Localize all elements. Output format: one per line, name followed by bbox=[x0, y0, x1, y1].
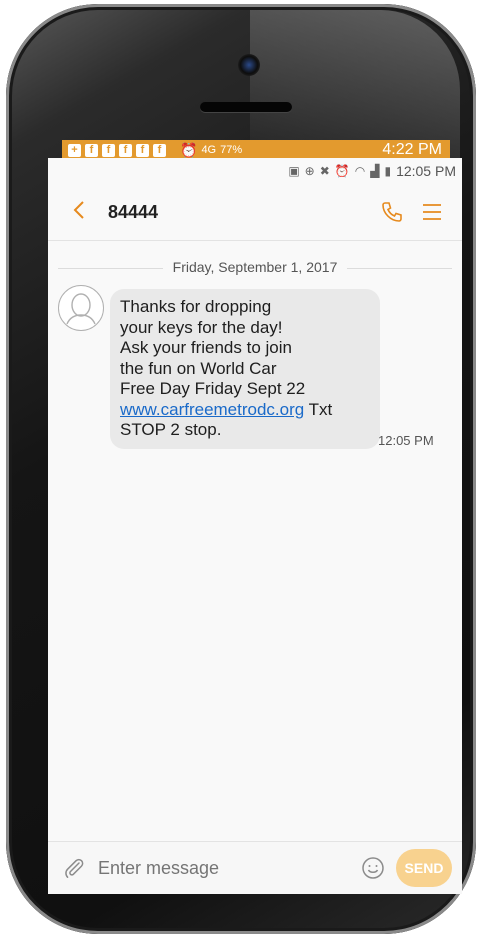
send-button[interactable]: SEND bbox=[396, 849, 452, 887]
earpiece-speaker bbox=[200, 102, 292, 112]
background-clock: 4:22 PM bbox=[382, 141, 442, 158]
phone-icon bbox=[382, 202, 402, 222]
conversation-header: 84444 bbox=[48, 184, 462, 241]
facebook-icon: f bbox=[136, 143, 149, 157]
date-separator: Friday, September 1, 2017 bbox=[48, 257, 462, 279]
message-link[interactable]: www.carfreemetrodc.org bbox=[120, 400, 304, 419]
compose-bar: SEND bbox=[48, 841, 462, 894]
call-button[interactable] bbox=[372, 200, 412, 224]
front-camera bbox=[238, 54, 260, 76]
facebook-icon: f bbox=[85, 143, 98, 157]
mute-icon: ✖ bbox=[319, 164, 330, 178]
back-button[interactable] bbox=[72, 184, 102, 240]
message-line: your keys for the day! bbox=[120, 317, 283, 337]
smiley-icon bbox=[362, 857, 384, 879]
contact-title: 84444 bbox=[108, 201, 159, 222]
message-row: Thanks for dropping your keys for the da… bbox=[48, 285, 462, 475]
data-saver-icon: ⊕ bbox=[304, 164, 315, 178]
message-timestamp: 12:05 PM bbox=[378, 433, 434, 448]
network-type: 4G bbox=[201, 144, 217, 156]
avatar[interactable] bbox=[58, 285, 104, 331]
paperclip-icon bbox=[65, 858, 84, 878]
person-icon bbox=[66, 293, 96, 325]
facebook-icon: f bbox=[153, 143, 166, 157]
status-bar: ▣ ⊕ ✖ ⏰ ◠ ▟ ▮ 12:05 PM bbox=[48, 158, 462, 184]
message-input[interactable] bbox=[96, 856, 356, 880]
message-bubble[interactable]: Thanks for dropping your keys for the da… bbox=[110, 289, 380, 449]
signal-icon: ▟ bbox=[370, 164, 380, 178]
plus-notification-icon: + bbox=[68, 143, 81, 157]
chevron-left-icon bbox=[73, 201, 84, 219]
message-line: www.carfreemetrodc.org Txt bbox=[120, 400, 370, 421]
alarm-icon: ⏰ bbox=[334, 164, 350, 178]
message-line: Free Day Friday Sept 22 bbox=[120, 379, 306, 398]
facebook-icon: f bbox=[119, 143, 132, 157]
message-line: STOP 2 stop. bbox=[120, 420, 222, 439]
clock: 12:05 PM bbox=[396, 163, 456, 179]
message-text: Txt bbox=[304, 399, 333, 419]
facebook-icon: f bbox=[102, 143, 115, 157]
battery-saver-icon: ▣ bbox=[288, 164, 300, 178]
battery-icon: ▮ bbox=[384, 164, 392, 178]
menu-button[interactable] bbox=[412, 202, 452, 222]
battery-percent: 77% bbox=[220, 144, 243, 156]
wifi-icon: ◠ bbox=[354, 164, 366, 178]
menu-icon bbox=[423, 204, 441, 220]
message-line: Ask your friends to join bbox=[120, 338, 292, 357]
emoji-button[interactable] bbox=[356, 856, 390, 880]
messages-screen: ▣ ⊕ ✖ ⏰ ◠ ▟ ▮ 12:05 PM 84444 Friday, Sep… bbox=[48, 158, 462, 894]
background-status-bar: + f f f f f ⏰ 4G 77% 4:22 PM bbox=[62, 140, 450, 160]
message-line: the fun on World Car bbox=[120, 358, 277, 378]
attach-button[interactable] bbox=[52, 856, 96, 880]
message-line: Thanks for dropping bbox=[120, 297, 272, 316]
date-label: Friday, September 1, 2017 bbox=[162, 259, 348, 275]
alarm-icon: ⏰ bbox=[180, 141, 198, 158]
